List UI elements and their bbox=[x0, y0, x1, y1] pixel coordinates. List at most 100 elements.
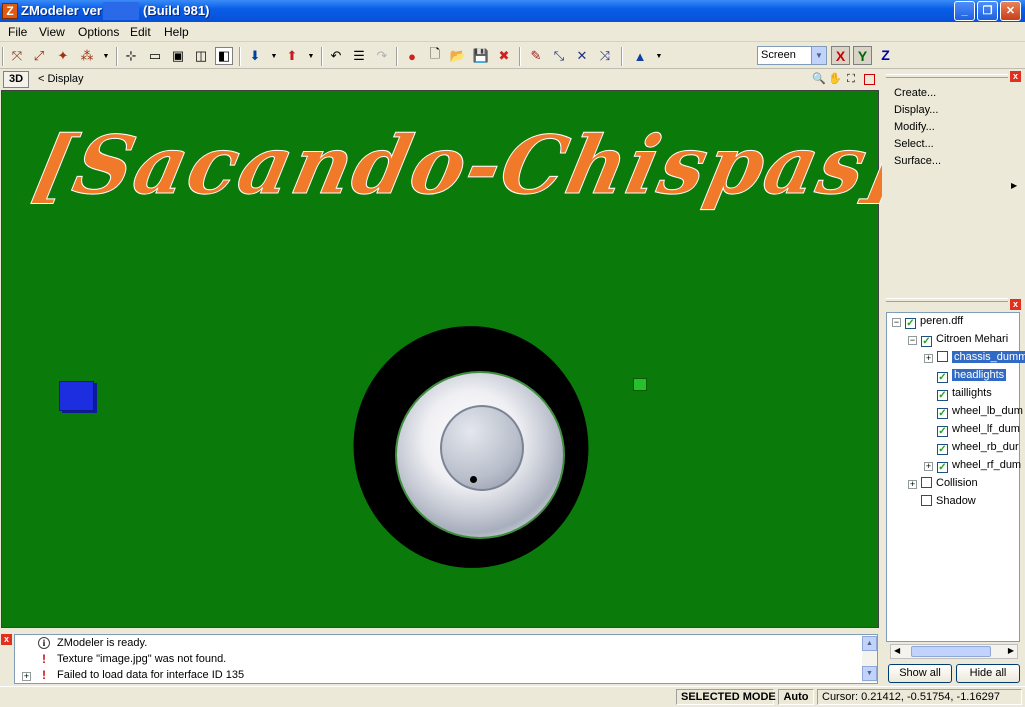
view-mode-button[interactable]: 3D bbox=[3, 71, 29, 88]
tree-node-taillights[interactable]: ✓ taillights bbox=[937, 386, 992, 402]
import-icon[interactable]: ⬇ bbox=[246, 47, 264, 65]
object-mode-icon[interactable]: ▣ bbox=[169, 47, 187, 65]
checkbox[interactable]: ✓ bbox=[937, 444, 948, 455]
scale-icon[interactable]: ⤨ bbox=[596, 47, 614, 65]
panel-grip[interactable] bbox=[886, 298, 1008, 302]
tree-node-collision[interactable]: Collision bbox=[921, 476, 978, 492]
chevron-down-icon[interactable]: ▼ bbox=[265, 47, 283, 65]
show-all-button[interactable]: Show all bbox=[888, 664, 952, 683]
scroll-left-icon[interactable]: ◀ bbox=[894, 646, 900, 655]
bone-icon[interactable]: ✦ bbox=[54, 47, 72, 65]
tree-node-wheel-rb[interactable]: ✓ wheel_rb_dur bbox=[937, 440, 1019, 456]
pan-hand-icon[interactable]: ✋ bbox=[828, 72, 842, 86]
menu-file[interactable]: File bbox=[8, 25, 27, 39]
tree-horizontal-scrollbar[interactable]: ◀ ▶ bbox=[890, 644, 1018, 659]
zoom-extents-icon[interactable]: ⛶ bbox=[844, 72, 858, 86]
checkbox[interactable] bbox=[937, 351, 948, 362]
coordinate-system-select[interactable]: Screen ▼ bbox=[757, 46, 827, 65]
record-icon[interactable]: ● bbox=[403, 47, 421, 65]
checkbox[interactable]: ✓ bbox=[905, 318, 916, 329]
collapse-icon[interactable]: − bbox=[892, 318, 901, 327]
maximize-viewport-icon[interactable] bbox=[864, 74, 875, 85]
restore-button[interactable]: ❐ bbox=[977, 1, 998, 21]
close-button[interactable]: ✕ bbox=[1000, 1, 1021, 21]
box-mode-icon[interactable]: ◫ bbox=[192, 47, 210, 65]
undo-icon[interactable]: ↶ bbox=[327, 47, 345, 65]
new-file-icon[interactable]: 🗋 bbox=[426, 46, 444, 65]
checkbox[interactable] bbox=[921, 495, 932, 506]
expand-icon[interactable]: + bbox=[924, 354, 933, 363]
command-select[interactable]: Select... bbox=[894, 138, 934, 150]
tree-node-headlights[interactable]: ✓ headlights bbox=[937, 368, 1007, 384]
checkbox[interactable]: ✓ bbox=[937, 426, 948, 437]
axis-y-toggle[interactable]: Y bbox=[853, 46, 872, 65]
blue-dummy-cube[interactable] bbox=[59, 381, 94, 411]
material-icon[interactable]: ✎ bbox=[527, 47, 545, 65]
expand-icon[interactable]: + bbox=[924, 462, 933, 471]
rotate-icon[interactable]: ✕ bbox=[573, 47, 591, 65]
checkbox[interactable]: ✓ bbox=[937, 390, 948, 401]
tree-node-wheel-lb[interactable]: ✓ wheel_lb_dum bbox=[937, 404, 1023, 420]
axis-z-toggle[interactable]: Z bbox=[876, 46, 895, 65]
tree-node-wheel-rf[interactable]: ✓ wheel_rf_dum bbox=[937, 458, 1021, 474]
face-mode-icon[interactable]: ▭ bbox=[146, 47, 164, 65]
tree-node-wheel-lf[interactable]: ✓ wheel_lf_dum bbox=[937, 422, 1020, 438]
chevron-down-icon[interactable]: ▼ bbox=[302, 47, 320, 65]
auto-status[interactable]: Auto bbox=[778, 689, 814, 705]
expand-icon[interactable]: + bbox=[22, 672, 31, 681]
close-panel-icon[interactable]: x bbox=[1010, 71, 1021, 82]
panel-scroll-icon[interactable]: ▶ bbox=[1011, 181, 1017, 190]
tree-node-peren[interactable]: ✓ peren.dff bbox=[905, 314, 963, 330]
menu-view[interactable]: View bbox=[39, 25, 65, 39]
close-log-icon[interactable]: x bbox=[1, 634, 12, 645]
tree-node-citroen-mehari[interactable]: ✓ Citroen Mehari bbox=[921, 332, 1008, 348]
open-folder-icon[interactable]: 📂 bbox=[449, 47, 467, 65]
menu-edit[interactable]: Edit bbox=[130, 25, 151, 39]
green-dummy-cube[interactable] bbox=[633, 378, 647, 391]
redo-icon[interactable]: ↷ bbox=[373, 47, 391, 65]
command-modify[interactable]: Modify... bbox=[894, 121, 935, 133]
checkbox[interactable]: ✓ bbox=[937, 372, 948, 383]
scroll-right-icon[interactable]: ▶ bbox=[1008, 646, 1014, 655]
menu-options[interactable]: Options bbox=[78, 25, 119, 39]
command-display[interactable]: Display... bbox=[894, 104, 938, 116]
tree-node-chassis[interactable]: chassis_dumm bbox=[937, 350, 1025, 366]
command-surface[interactable]: Surface... bbox=[894, 155, 941, 167]
axis-x-toggle[interactable]: X bbox=[831, 46, 850, 65]
close-tree-panel-icon[interactable]: x bbox=[1010, 299, 1021, 310]
tree-node-shadow[interactable]: Shadow bbox=[921, 494, 976, 510]
chevron-down-icon[interactable]: ▼ bbox=[97, 47, 115, 65]
select-vertex-icon[interactable]: ⤧ bbox=[8, 47, 26, 65]
title-bar[interactable]: Z ZModeler ver (Build 981) _ ❐ ✕ bbox=[0, 0, 1025, 22]
group-icon[interactable]: ⁂ bbox=[78, 47, 96, 65]
cube-mode-icon[interactable]: ◧ bbox=[215, 47, 233, 65]
chevron-down-icon[interactable]: ▼ bbox=[650, 47, 668, 65]
zoom-icon[interactable]: 🔍 bbox=[812, 72, 826, 86]
wheel-hub[interactable] bbox=[440, 405, 524, 491]
menu-help[interactable]: Help bbox=[164, 25, 189, 39]
hide-all-button[interactable]: Hide all bbox=[956, 664, 1020, 683]
panel-grip[interactable] bbox=[886, 74, 1008, 78]
expand-icon[interactable]: + bbox=[908, 480, 917, 489]
checkbox[interactable]: ✓ bbox=[921, 336, 932, 347]
delete-icon[interactable]: ✖ bbox=[495, 47, 513, 65]
scroll-thumb[interactable] bbox=[911, 646, 991, 657]
collapse-icon[interactable]: − bbox=[908, 336, 917, 345]
command-create[interactable]: Create... bbox=[894, 87, 936, 99]
minimize-button[interactable]: _ bbox=[954, 1, 975, 21]
scroll-up-icon[interactable]: ▲ bbox=[862, 636, 877, 651]
select-mode-icon[interactable]: ⤢ bbox=[30, 47, 48, 65]
scroll-down-icon[interactable]: ▼ bbox=[862, 666, 877, 681]
notes-icon[interactable]: ☰ bbox=[350, 47, 368, 65]
display-breadcrumb[interactable]: < Display bbox=[38, 73, 84, 85]
checkbox[interactable]: ✓ bbox=[937, 408, 948, 419]
vertex-mode-icon[interactable]: ⊹ bbox=[122, 47, 140, 65]
log-vertical-scrollbar[interactable]: ▲ ▼ bbox=[862, 636, 877, 682]
save-icon[interactable]: 💾 bbox=[472, 47, 490, 65]
export-icon[interactable]: ⬆ bbox=[283, 47, 301, 65]
chevron-down-icon[interactable]: ▼ bbox=[811, 47, 826, 64]
cone-icon[interactable]: ▲ bbox=[631, 47, 649, 65]
checkbox[interactable] bbox=[921, 477, 932, 488]
checkbox[interactable]: ✓ bbox=[937, 462, 948, 473]
move-icon[interactable]: ⤡ bbox=[550, 47, 568, 65]
